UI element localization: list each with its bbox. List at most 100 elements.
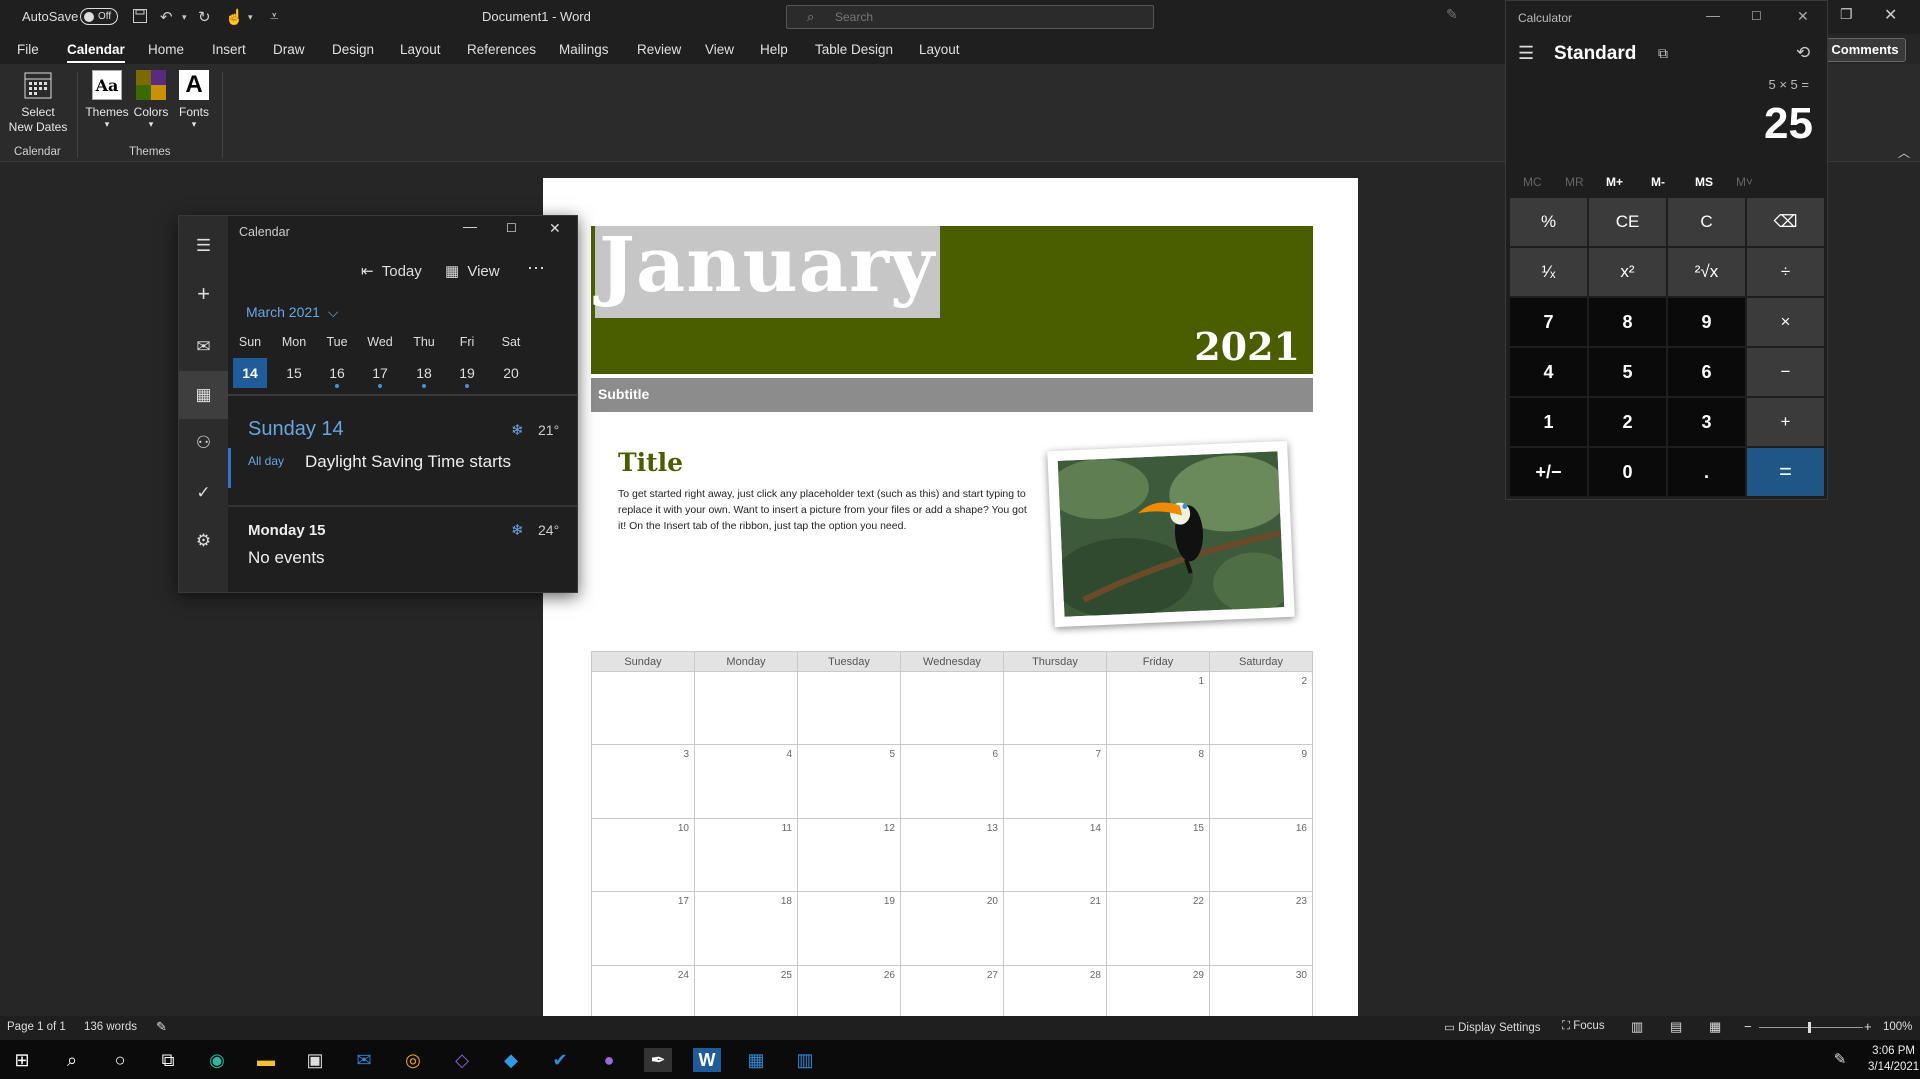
calendar-day-cell[interactable]: 21 (1003, 891, 1107, 966)
decimal-key[interactable]: . (1668, 448, 1745, 496)
calendar-day-cell[interactable]: 18 (694, 891, 798, 966)
hamburger-menu-icon[interactable]: ☰ (179, 222, 228, 270)
mail-icon[interactable]: ✉ (179, 323, 228, 371)
calendar-day-cell[interactable] (694, 670, 798, 746)
read-mode-icon[interactable]: ▥ (1631, 1019, 1643, 1035)
memory-button[interactable]: M˅ (1736, 175, 1753, 189)
task-view-icon[interactable]: ⧉ (154, 1048, 182, 1072)
calendar-app-icon[interactable]: ▥ (791, 1048, 819, 1072)
clear-entry-key[interactable]: CE (1589, 198, 1666, 246)
calendar-day-cell[interactable]: 17 (591, 891, 695, 966)
calendar-day-cell[interactable] (1003, 670, 1107, 746)
year-heading[interactable]: 2021 (1194, 324, 1300, 369)
negate-key[interactable]: +/− (1510, 448, 1587, 496)
calendar-day-cell[interactable]: 25 (694, 964, 798, 1018)
calendar-icon[interactable]: ▦ (179, 371, 228, 419)
colors-button[interactable]: Colors ▾ (130, 70, 172, 130)
digit-0-key[interactable]: 0 (1589, 448, 1666, 496)
calendar-day-cell[interactable]: 12 (797, 817, 901, 893)
hamburger-menu-icon[interactable]: ☰ (1518, 43, 1534, 64)
calendar-day-cell[interactable]: 22 (1106, 891, 1210, 966)
agenda-day-sunday[interactable]: Sunday 14 ❄ 21° All day Daylight Saving … (228, 398, 577, 498)
zoom-in-icon[interactable]: + (1864, 1019, 1872, 1034)
digit-8-key[interactable]: 8 (1589, 298, 1666, 346)
touch-dropdown-icon[interactable]: ▾ (248, 12, 253, 23)
agenda-day-monday[interactable]: Monday 15 ❄ 24° No events (228, 508, 577, 588)
calendar-day-cell[interactable] (591, 670, 695, 746)
autosave-toggle[interactable]: Off (80, 8, 118, 25)
cortana-icon[interactable]: ○ (106, 1048, 134, 1072)
multiply-key[interactable]: × (1747, 298, 1824, 346)
square-root-key[interactable]: ²√x (1668, 248, 1745, 296)
touch-mode-icon[interactable]: ☝ (225, 8, 244, 26)
word-app-icon[interactable]: W (693, 1048, 721, 1072)
tab-calendar[interactable]: Calendar (67, 42, 125, 63)
tab-references[interactable]: References (467, 42, 536, 57)
undo-icon[interactable]: ↶ (160, 8, 173, 26)
calendar-day-cell[interactable]: 23 (1209, 891, 1313, 966)
equals-key[interactable]: = (1747, 448, 1824, 496)
taskbar-clock[interactable]: 3:06 PM 3/14/2021 (1868, 1043, 1919, 1075)
calendar-day-cell[interactable]: 26 (797, 964, 901, 1018)
calendar-day-cell[interactable]: 30 (1209, 964, 1313, 1018)
document-title-text[interactable]: Title (618, 448, 683, 477)
calendar-day-cell[interactable]: 14 (1003, 817, 1107, 893)
calendar-day-cell[interactable]: 15 (1106, 817, 1210, 893)
comments-button[interactable]: Comments (1824, 38, 1906, 62)
pen-app-icon[interactable]: ✒ (644, 1048, 672, 1072)
calendar-day-cell[interactable]: 7 (1003, 744, 1107, 819)
themes-button[interactable]: Aa Themes ▾ (84, 70, 130, 130)
customize-toolbar-icon[interactable]: ⩡ (270, 8, 278, 25)
tab-review[interactable]: Review (637, 42, 681, 57)
tab-table-design[interactable]: Table Design (815, 42, 893, 57)
divide-key[interactable]: ÷ (1747, 248, 1824, 296)
document-page[interactable]: January 2021 Subtitle Title To get start… (543, 178, 1358, 1018)
percent-key[interactable]: % (1510, 198, 1587, 246)
word-count[interactable]: 136 words (84, 1021, 137, 1033)
calendar-day-cell[interactable]: 28 (1003, 964, 1107, 1018)
calculator-app-icon[interactable]: ▦ (742, 1048, 770, 1072)
tab-view[interactable]: View (705, 42, 734, 57)
fonts-button[interactable]: A Fonts ▾ (174, 70, 214, 130)
tab-layout[interactable]: Layout (400, 42, 441, 57)
todo-app-icon[interactable]: ✔ (546, 1048, 574, 1072)
settings-gear-icon[interactable]: ⚙ (179, 517, 228, 565)
memory-button[interactable]: MR (1565, 175, 1584, 189)
backspace-key[interactable]: ⌫ (1747, 198, 1824, 246)
visual-studio-icon[interactable]: ◇ (448, 1048, 476, 1072)
zoom-level[interactable]: 100% (1883, 1021, 1912, 1033)
calendar-day-cell[interactable]: 1 (1106, 670, 1210, 746)
calendar-day-cell[interactable]: 20 (900, 891, 1004, 966)
view-button[interactable]: ▦ View (445, 262, 500, 280)
focus-button[interactable]: ⛶ Focus (1562, 1020, 1605, 1033)
calendar-day-cell[interactable]: 19 (797, 891, 901, 966)
zoom-slider[interactable] (1759, 1022, 1863, 1033)
collapse-ribbon-icon[interactable]: ︿ (1898, 144, 1910, 161)
zoom-out-icon[interactable]: − (1744, 1019, 1752, 1034)
plus-key[interactable]: + (1747, 398, 1824, 446)
store-icon[interactable]: ▣ (301, 1048, 329, 1072)
minimize-icon[interactable]: — (463, 218, 477, 234)
placeholder-body-text[interactable]: To get started right away, just click an… (618, 486, 1028, 534)
calendar-day-cell[interactable]: 11 (694, 817, 798, 893)
more-options-icon[interactable]: ⋯ (527, 258, 545, 279)
close-word-icon[interactable]: ✕ (1884, 5, 1897, 25)
memory-button[interactable]: M- (1651, 175, 1665, 189)
square-key[interactable]: x² (1589, 248, 1666, 296)
subtitle-text[interactable]: Subtitle (598, 386, 649, 402)
calendar-day-cell[interactable]: 9 (1209, 744, 1313, 819)
vscode-icon[interactable]: ◆ (497, 1048, 525, 1072)
today-button[interactable]: ⇤ Today (361, 262, 422, 280)
calendar-day-cell[interactable]: 3 (591, 744, 695, 819)
memory-button[interactable]: MC (1523, 175, 1542, 189)
page-count[interactable]: Page 1 of 1 (7, 1021, 66, 1033)
calendar-day-cell[interactable]: 6 (900, 744, 1004, 819)
calendar-day-cell[interactable]: 13 (900, 817, 1004, 893)
display-settings-button[interactable]: ▭ Display Settings (1444, 1020, 1541, 1034)
digit-7-key[interactable]: 7 (1510, 298, 1587, 346)
redo-icon[interactable]: ↻ (198, 8, 211, 26)
calendar-day-cell[interactable]: 24 (591, 964, 695, 1018)
plex-icon[interactable]: ◎ (399, 1048, 427, 1072)
calendar-day-cell[interactable] (900, 670, 1004, 746)
calendar-day-cell[interactable]: 8 (1106, 744, 1210, 819)
